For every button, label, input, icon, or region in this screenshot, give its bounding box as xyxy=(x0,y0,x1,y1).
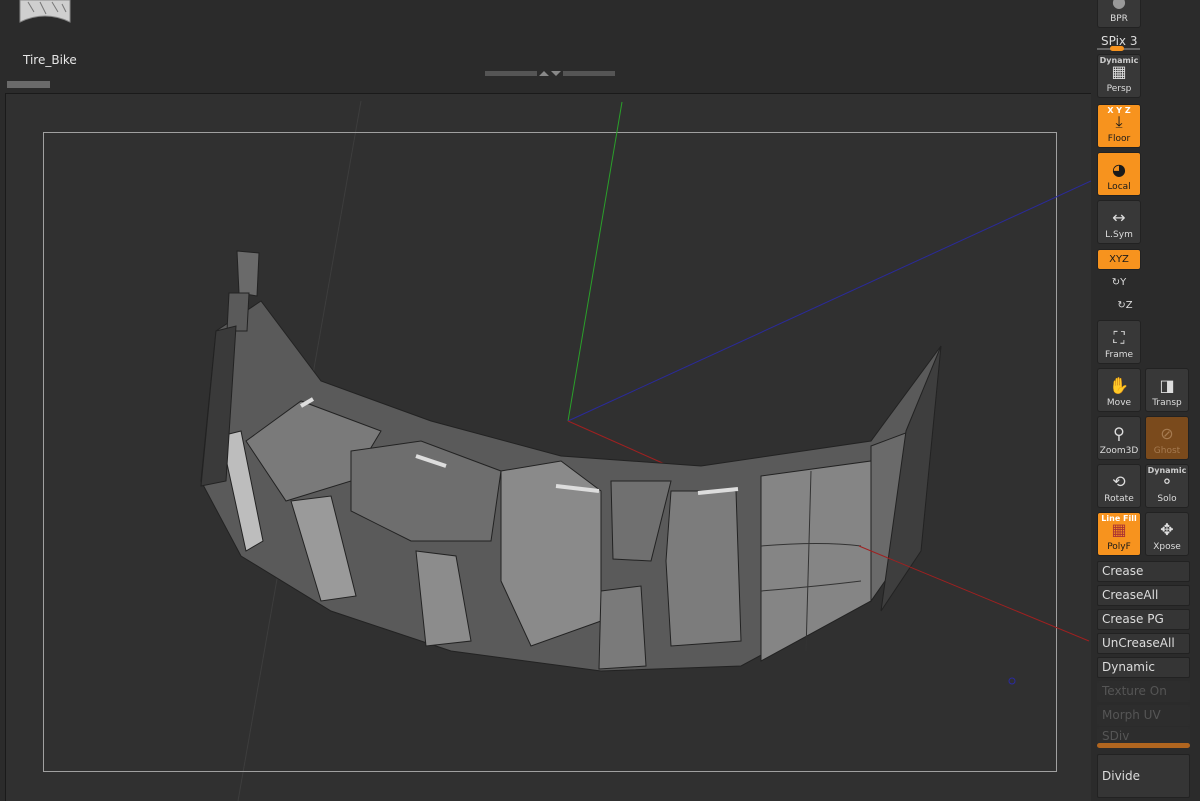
solo-button[interactable]: Dynamic ⚬ Solo xyxy=(1145,464,1189,508)
rotate-y-button[interactable]: ↻Y xyxy=(1097,274,1141,292)
polygon-grid-icon: ▦ xyxy=(1111,520,1127,539)
rotate-xyz-label: XYZ xyxy=(1109,254,1129,265)
local-button[interactable]: ◕ Local xyxy=(1097,152,1141,196)
perspective-grid-icon: ▦ xyxy=(1111,62,1127,81)
rotate-y-icon: ↻ xyxy=(1111,277,1121,288)
morph-uv-button: Morph UV xyxy=(1097,705,1190,726)
rotate-z-button[interactable]: ↻Z xyxy=(1103,297,1147,315)
frame-icon: ⛶ xyxy=(1113,328,1125,347)
xpose-arrows-icon: ✥ xyxy=(1160,520,1174,539)
model-thumbnail[interactable] xyxy=(18,0,72,24)
local-rotate-icon: ◕ xyxy=(1112,160,1126,179)
polyf-button[interactable]: Line Fill ▦ PolyF xyxy=(1097,512,1141,556)
zoom3d-button[interactable]: ⚲ Zoom3D xyxy=(1097,416,1141,460)
crease-pg-button[interactable]: Crease PG xyxy=(1097,609,1190,630)
transparency-icon: ◨ xyxy=(1159,376,1175,395)
tire-mesh[interactable] xyxy=(200,250,942,672)
symmetry-arrows-icon: ↔ xyxy=(1112,208,1126,227)
rotate-z-icon: ↻ xyxy=(1117,300,1126,311)
hand-icon: ✋ xyxy=(1109,376,1129,395)
ghost-button[interactable]: ⊘ Ghost xyxy=(1145,416,1189,460)
shelf-collapse-handle[interactable] xyxy=(485,70,615,78)
crease-all-button[interactable]: CreaseAll xyxy=(1097,585,1190,606)
thumbnail-slider[interactable] xyxy=(7,81,50,88)
model-name: Tire_Bike xyxy=(23,53,77,67)
pivot-marker xyxy=(1008,677,1016,685)
transp-button[interactable]: ◨ Transp xyxy=(1145,368,1189,412)
magnifier-icon: ⚲ xyxy=(1113,424,1125,443)
spix-slider-knob[interactable] xyxy=(1110,46,1124,51)
crease-button[interactable]: Crease xyxy=(1097,561,1190,582)
divide-button[interactable]: Divide xyxy=(1097,754,1190,798)
floor-button[interactable]: X Y Z ⤓ Floor xyxy=(1097,104,1141,148)
dynamic-button[interactable]: Dynamic xyxy=(1097,657,1190,678)
axis-z-line xyxy=(567,180,1091,422)
axis-y-line xyxy=(567,101,623,422)
frame-button[interactable]: ⛶ Frame xyxy=(1097,320,1141,364)
render-sphere-icon: ● xyxy=(1112,0,1126,11)
rotate-button[interactable]: ⟲ Rotate xyxy=(1097,464,1141,508)
floor-icon: ⤓ xyxy=(1115,112,1123,131)
sdiv-slider-label: SDiv xyxy=(1097,727,1190,744)
ghost-icon: ⊘ xyxy=(1160,424,1174,443)
xpose-button[interactable]: ✥ Xpose xyxy=(1145,512,1189,556)
lsym-button[interactable]: ↔ L.Sym xyxy=(1097,200,1141,244)
texture-on-button: Texture On xyxy=(1097,681,1190,702)
rotate-xyz-button[interactable]: XYZ xyxy=(1097,249,1141,270)
rotate-icon: ⟲ xyxy=(1112,472,1126,491)
sdiv-slider[interactable] xyxy=(1097,743,1190,748)
persp-button[interactable]: Dynamic ▦ Persp xyxy=(1097,54,1141,98)
solo-spheres-icon: ⚬ xyxy=(1160,472,1174,491)
bpr-button[interactable]: ● BPR xyxy=(1097,0,1141,28)
uncrease-all-button[interactable]: UnCreaseAll xyxy=(1097,633,1190,654)
canvas-viewport[interactable] xyxy=(5,93,1091,801)
move-button[interactable]: ✋ Move xyxy=(1097,368,1141,412)
axis-x-line-far xyxy=(858,545,1090,642)
